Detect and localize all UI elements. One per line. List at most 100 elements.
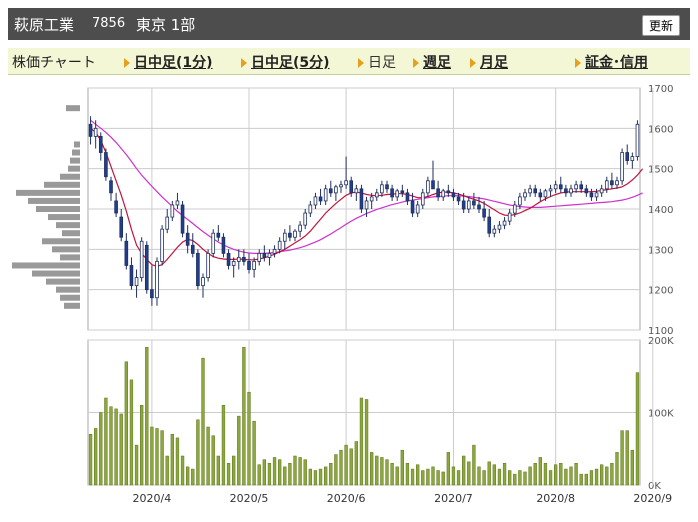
candle-body: [242, 256, 246, 262]
volume-bar: [426, 468, 430, 486]
candle-body: [635, 123, 640, 157]
volume-bar: [405, 463, 410, 486]
candle-body: [431, 180, 435, 190]
candle-body: [558, 184, 563, 190]
volume-bar: [579, 473, 583, 486]
candle-body: [180, 204, 185, 234]
volume-bar: [456, 470, 461, 486]
volume-bar: [88, 434, 93, 486]
volume-bar: [584, 473, 588, 486]
candle-body: [160, 228, 164, 262]
volume-bar: [134, 444, 139, 486]
volume-profile-bar: [68, 165, 80, 172]
price-tick-label: 1500: [648, 165, 673, 176]
candle-body: [420, 192, 425, 206]
volume-bar: [109, 406, 113, 486]
candle-body: [93, 127, 98, 137]
candle-body: [155, 261, 159, 299]
volume-bar: [308, 468, 312, 486]
volume-tick-label: 0K: [648, 481, 661, 492]
candle-body: [211, 232, 216, 254]
volume-bar: [232, 455, 236, 486]
volume-profile-bar: [48, 214, 80, 221]
candle-body: [584, 188, 589, 194]
volume-bar: [400, 449, 404, 486]
x-tick-label: 2020/4: [133, 492, 172, 505]
volume-bar: [370, 452, 374, 486]
volume-bar: [574, 463, 578, 486]
volume-bar: [283, 466, 287, 486]
volume-bar: [635, 372, 640, 486]
volume-bar: [94, 428, 98, 486]
candle-body: [139, 240, 144, 278]
volume-bar: [523, 471, 527, 486]
candle-body: [134, 277, 139, 287]
volume-bar: [170, 434, 174, 486]
volume-bar: [390, 463, 394, 486]
volume-bar: [206, 426, 210, 486]
volume-bar: [180, 455, 185, 486]
candle-body: [436, 188, 440, 198]
x-tick-label: 2020/7: [434, 492, 473, 505]
candle-body: [364, 200, 369, 210]
candle-body: [165, 216, 170, 230]
candle-body: [206, 252, 210, 278]
volume-bar: [451, 466, 456, 486]
candle-body: [88, 123, 93, 137]
candle-body: [308, 204, 313, 214]
volume-bar: [548, 470, 553, 486]
candle-body: [589, 192, 594, 198]
volume-bar: [145, 347, 149, 486]
volume-profile-bar: [66, 105, 80, 112]
candle-body: [313, 196, 318, 206]
candle-body: [426, 180, 430, 194]
candle-body: [288, 232, 292, 238]
volume-bar: [610, 463, 614, 486]
candle-body: [170, 204, 175, 218]
volume-bar: [196, 419, 200, 486]
volume-bar: [262, 459, 266, 486]
candle-body: [196, 252, 200, 287]
volume-profile-bar: [44, 181, 80, 188]
volume-bar: [538, 457, 542, 486]
candle-body: [262, 252, 267, 258]
volume-bar: [513, 473, 517, 486]
volume-profile-bar: [52, 246, 80, 253]
volume-bar: [334, 454, 338, 486]
volume-profile-bar: [62, 230, 80, 237]
x-tick-label: 2020/5: [230, 492, 269, 505]
candle-body: [579, 184, 584, 190]
candle-body: [272, 248, 277, 254]
volume-bar: [421, 470, 425, 486]
candle-body: [451, 192, 456, 198]
candle-body: [293, 230, 297, 238]
x-tick-label: 2020/6: [327, 492, 366, 505]
candle-body: [553, 184, 558, 190]
candle-body: [144, 244, 149, 291]
price-tick-label: 1300: [648, 245, 673, 256]
volume-bar: [482, 470, 486, 486]
candle-body: [119, 216, 124, 238]
volume-bar: [462, 455, 466, 486]
volume-bar: [165, 455, 169, 486]
candle-body: [564, 188, 568, 194]
candle-body: [441, 190, 446, 198]
candle-body: [328, 188, 333, 194]
price-tick-label: 1200: [648, 286, 673, 297]
candle-body: [221, 236, 226, 254]
candle-body: [98, 135, 103, 153]
volume-profile-bar: [42, 238, 80, 245]
candle-body: [574, 184, 578, 190]
candle-body: [129, 265, 134, 287]
volume-bar: [543, 463, 548, 486]
volume-profile-bar: [12, 262, 80, 269]
volume-bar: [395, 466, 399, 486]
volume-profile-bar: [36, 206, 80, 212]
volume-bar: [410, 468, 415, 486]
volume-bar: [104, 397, 108, 486]
volume-bar: [477, 466, 481, 486]
volume-bar: [339, 449, 343, 486]
volume-bar: [267, 463, 272, 486]
candle-body: [502, 220, 507, 226]
candle-body: [323, 188, 328, 202]
